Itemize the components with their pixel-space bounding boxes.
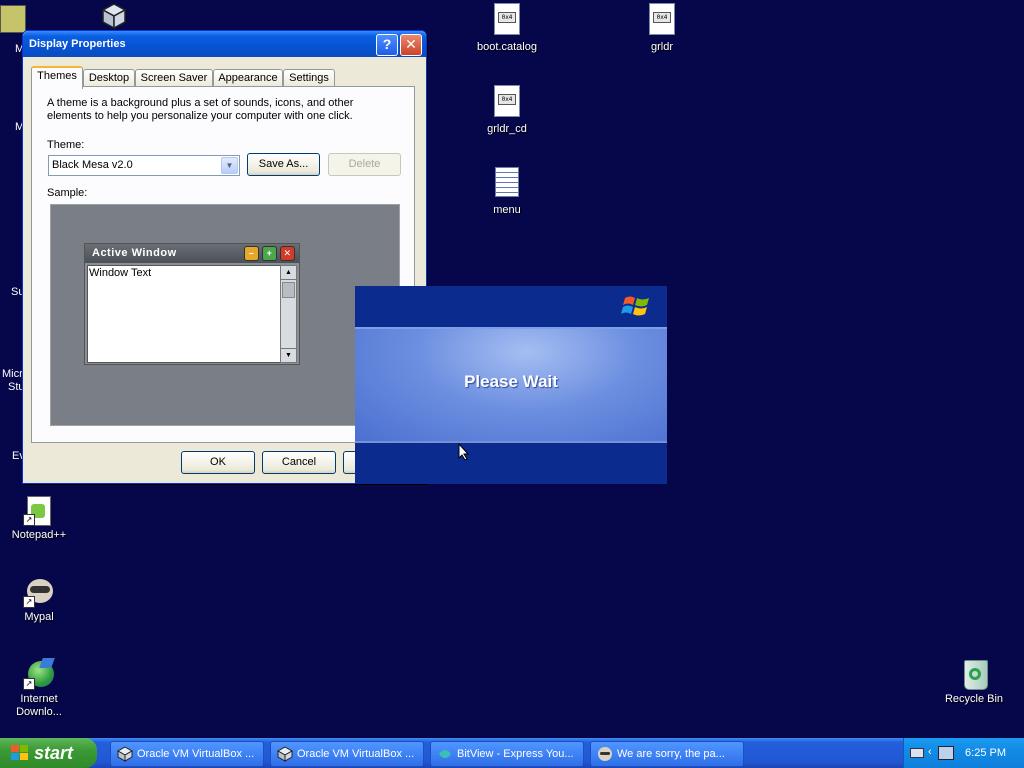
taskbar-button-bitview[interactable]: BitView - Express You... [430, 741, 584, 767]
taskbar-button-label: BitView - Express You... [457, 748, 574, 760]
windows-flag-icon [621, 296, 649, 316]
keyboard-icon[interactable] [910, 748, 924, 758]
window-title: Display Properties [29, 38, 126, 50]
sample-label: Sample: [47, 187, 88, 199]
taskbar: start Oracle VM VirtualBox ... Oracle VM… [0, 738, 1024, 768]
sample-scrollbar: ▲ ▼ [280, 265, 297, 363]
desktop-icon-label: Mypal [24, 611, 54, 623]
desktop-icon-label: Recycle Bin [944, 693, 1004, 705]
notepad-plus-plus-icon: ↗ [23, 494, 55, 526]
sample-window-client: Window Text [87, 265, 281, 363]
desktop-icon-label: Notepad++ [11, 529, 67, 541]
desktop-icon-virtualbox[interactable] [100, 2, 130, 30]
start-button[interactable]: start [0, 738, 97, 768]
please-wait-header [355, 286, 667, 326]
chevron-down-icon[interactable]: ▼ [221, 157, 238, 174]
please-wait-dialog: Please Wait [355, 286, 667, 484]
scroll-down-icon: ▼ [281, 348, 296, 362]
clock[interactable]: 6:25 PM [965, 738, 1006, 768]
mouse-cursor-icon [458, 443, 470, 461]
desktop-icon-partial-2[interactable]: M [0, 118, 24, 138]
monitor-icon [0, 5, 26, 33]
minimize-icon: – [244, 246, 259, 261]
desktop-icon-partial-1[interactable]: M [0, 5, 26, 65]
bitview-logo-icon [439, 750, 451, 758]
tab-desktop[interactable]: Desktop [83, 69, 135, 87]
scroll-up-icon: ▲ [281, 266, 296, 280]
close-icon: ✕ [280, 246, 295, 261]
taskbar-button-label: We are sorry, the pa... [617, 748, 725, 760]
cube-icon [277, 746, 293, 762]
desktop-icon-partial-3[interactable]: Su [0, 283, 24, 303]
globe-download-icon: ↗ [23, 658, 55, 690]
desktop-icon-internet-download-manager[interactable]: ↗ Internet Downlo... [1, 658, 77, 719]
desktop-icon-mypal[interactable]: ↗ Mypal [1, 576, 77, 624]
windows-logo-icon [11, 745, 28, 760]
close-button[interactable]: ✕ [400, 34, 422, 56]
theme-description: A theme is a background plus a set of so… [47, 97, 354, 122]
taskbar-button-virtualbox-1[interactable]: Oracle VM VirtualBox ... [110, 741, 264, 767]
system-tray: ‹ 6:25 PM [903, 738, 1024, 768]
tab-appearance[interactable]: Appearance [213, 69, 283, 87]
file-icon: 0x4 [494, 3, 520, 35]
maximize-icon: + [262, 246, 277, 261]
desktop-icon-partial-4[interactable]: Micr Stu [0, 365, 25, 397]
ok-button[interactable]: OK [181, 451, 255, 474]
desktop-icon-notepad-plus-plus[interactable]: ↗ Notepad++ [1, 494, 77, 542]
taskbar-button-virtualbox-2[interactable]: Oracle VM VirtualBox ... [270, 741, 424, 767]
sample-window-title-bar: Active Window – + ✕ [85, 244, 299, 263]
desktop-icon-grldr-cd[interactable]: 0x4 grldr_cd [469, 85, 545, 136]
save-as-button[interactable]: Save As... [247, 153, 320, 176]
question-icon: ? [382, 36, 392, 52]
desktop-icon-boot-catalog[interactable]: 0x4 boot.catalog [469, 3, 545, 54]
desktop-icon-label: Internet Downlo... [16, 693, 62, 718]
theme-sample-preview: Active Window – + ✕ Window Text ▲ ▼ [50, 204, 400, 426]
sample-window-text: Window Text [89, 267, 152, 279]
cube-icon [117, 746, 133, 762]
sample-active-window: Active Window – + ✕ Window Text ▲ ▼ [84, 243, 300, 365]
close-icon: ✕ [405, 36, 417, 52]
help-button[interactable]: ? [376, 34, 398, 56]
theme-label: Theme: [47, 139, 85, 151]
please-wait-footer [355, 441, 667, 484]
theme-select[interactable]: Black Mesa v2.0 ▼ [48, 155, 240, 176]
cube-icon [101, 3, 127, 30]
start-label: start [34, 743, 74, 763]
taskbar-button-label: Oracle VM VirtualBox ... [137, 748, 255, 760]
recycle-bin-icon [958, 658, 990, 690]
desktop-icon-menu[interactable]: menu [469, 167, 545, 217]
cancel-button[interactable]: Cancel [262, 451, 336, 474]
desktop-icon-label: menu [493, 204, 521, 216]
tab-themes[interactable]: Themes [31, 66, 83, 89]
theme-select-value: Black Mesa v2.0 [52, 159, 133, 171]
text-file-icon [495, 167, 519, 197]
desktop-icon-partial-5[interactable]: Ev [0, 447, 25, 467]
taskbar-button-label: Oracle VM VirtualBox ... [297, 748, 415, 760]
scroll-thumb [282, 282, 295, 298]
raccoon-icon: ↗ [23, 576, 55, 608]
desktop-icon-recycle-bin[interactable]: Recycle Bin [936, 658, 1012, 706]
sample-window-title: Active Window [92, 247, 177, 259]
desktop-icon-label: Micr [2, 368, 23, 380]
please-wait-message: Please Wait [464, 372, 558, 391]
taskbar-button-mypal[interactable]: We are sorry, the pa... [590, 741, 744, 767]
desktop-icon-grldr[interactable]: 0x4 grldr [624, 3, 700, 54]
file-icon: 0x4 [649, 3, 675, 35]
desktop-icon-label: boot.catalog [477, 41, 537, 53]
desktop-icon-label: grldr_cd [487, 123, 527, 135]
desktop-icon-label: grldr [650, 41, 673, 53]
network-icon[interactable] [938, 746, 954, 760]
tab-settings[interactable]: Settings [283, 69, 335, 87]
tab-screen-saver[interactable]: Screen Saver [135, 69, 213, 87]
window-title-bar[interactable]: Display Properties ? ✕ [23, 31, 426, 57]
file-icon: 0x4 [494, 85, 520, 117]
delete-button[interactable]: Delete [328, 153, 401, 176]
raccoon-icon [598, 747, 612, 761]
chevron-left-icon[interactable]: ‹ [928, 745, 932, 759]
